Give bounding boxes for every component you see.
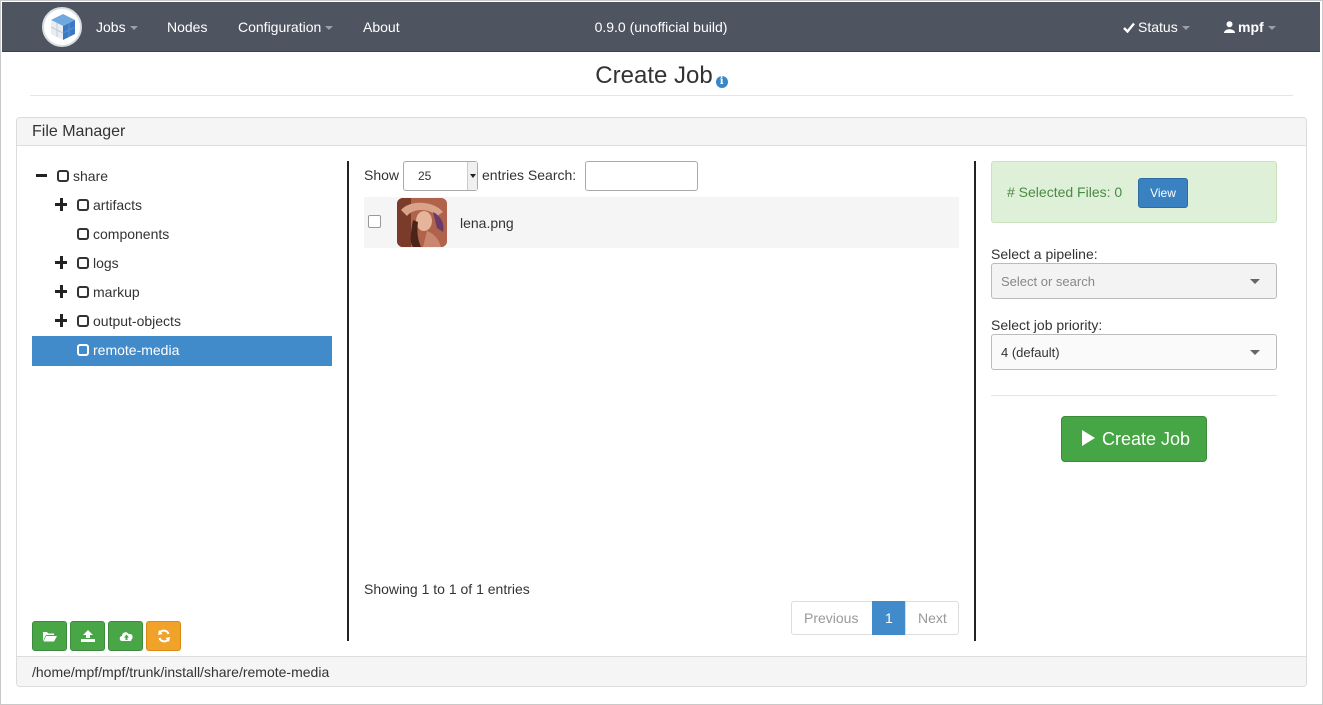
tree-item-share[interactable]: share — [32, 162, 332, 192]
tree-item-output-objects[interactable]: output-objects — [32, 307, 332, 337]
selected-files-count: # Selected Files: 0 — [1007, 184, 1123, 200]
file-manager-panel: File Manager share artifacts components … — [16, 117, 1307, 687]
checkbox-icon[interactable] — [77, 344, 89, 356]
user-icon — [1224, 21, 1235, 33]
checkbox-icon[interactable] — [77, 257, 89, 269]
spinner-arrow-icon[interactable] — [467, 162, 477, 190]
pipeline-select[interactable]: Select or search — [991, 263, 1277, 299]
priority-select[interactable]: 4 (default) — [991, 334, 1277, 370]
show-label: Show — [364, 167, 400, 183]
next-button[interactable]: Next — [905, 601, 959, 635]
selected-files-box: # Selected Files: 0 View — [991, 161, 1277, 223]
tree-item-remote-media[interactable]: remote-media — [32, 336, 332, 366]
chevron-down-icon — [325, 26, 334, 31]
nav-user[interactable]: mpf — [1224, 19, 1276, 35]
chevron-down-icon — [1267, 26, 1276, 31]
column-divider — [347, 161, 349, 641]
file-checkbox[interactable] — [368, 215, 381, 228]
view-button[interactable]: View — [1138, 178, 1188, 208]
panel-heading: File Manager — [17, 118, 1306, 146]
nav-jobs[interactable]: Jobs — [96, 19, 138, 35]
tree-item-label: artifacts — [93, 197, 143, 213]
file-name[interactable]: lena.png — [460, 215, 514, 231]
expand-icon[interactable] — [55, 256, 67, 269]
chevron-down-icon — [129, 26, 138, 31]
divider — [991, 395, 1277, 396]
table-row[interactable]: lena.png — [364, 197, 959, 248]
tree-item-markup[interactable]: markup — [32, 278, 332, 308]
expand-icon[interactable] — [55, 285, 67, 298]
nav-about[interactable]: About — [363, 19, 400, 35]
tree-item-label: share — [73, 168, 109, 184]
priority-label: Select job priority: — [991, 317, 1103, 333]
nav-jobs-label: Jobs — [96, 19, 126, 35]
info-icon[interactable]: i — [715, 76, 728, 88]
tree-item-artifacts[interactable]: artifacts — [32, 191, 332, 221]
nav-configuration-label: Configuration — [238, 19, 322, 35]
tree-item-label: logs — [93, 255, 119, 271]
expand-icon[interactable] — [55, 198, 67, 211]
nav-nodes-label: Nodes — [167, 19, 208, 35]
checkbox-icon[interactable] — [77, 315, 89, 327]
checkbox-icon[interactable] — [57, 170, 69, 182]
check-icon — [1123, 22, 1135, 34]
open-folder-button[interactable] — [32, 621, 67, 651]
folder-open-icon — [43, 632, 57, 642]
current-path: /home/mpf/mpf/trunk/install/share/remote… — [17, 656, 1306, 686]
cloud-upload-button[interactable] — [108, 621, 143, 651]
checkbox-icon[interactable] — [77, 228, 89, 240]
create-job-label: Create Job — [1102, 429, 1191, 449]
refresh-icon — [158, 629, 170, 643]
nav-user-label: mpf — [1238, 19, 1264, 35]
entries-value: 25 — [418, 169, 432, 183]
chevron-down-icon — [1181, 26, 1190, 31]
cube-logo-icon[interactable] — [42, 7, 82, 47]
nav-about-label: About — [363, 19, 400, 35]
collapse-icon[interactable] — [36, 169, 48, 181]
entries-per-page-select[interactable]: 25 — [403, 161, 478, 191]
cloud-upload-icon — [119, 632, 133, 641]
nav-status[interactable]: Status — [1123, 19, 1190, 35]
tree-item-logs[interactable]: logs — [32, 249, 332, 279]
create-job-button[interactable]: Create Job — [1061, 416, 1207, 462]
page-header: Create Job i — [30, 60, 1293, 96]
tree-item-label: markup — [93, 284, 140, 300]
tree-item-label: remote-media — [93, 342, 180, 358]
tree-item-label: output-objects — [93, 313, 181, 329]
refresh-button[interactable] — [146, 621, 181, 651]
tree-item-components[interactable]: components — [32, 220, 332, 250]
checkbox-icon[interactable] — [77, 286, 89, 298]
pipeline-label: Select a pipeline: — [991, 246, 1098, 262]
tree-item-label: components — [93, 226, 170, 242]
column-divider — [974, 161, 976, 641]
nav-nodes[interactable]: Nodes — [167, 19, 207, 35]
nav-status-label: Status — [1138, 19, 1178, 35]
previous-button[interactable]: Previous — [791, 601, 873, 635]
search-input[interactable] — [585, 161, 698, 191]
expand-icon[interactable] — [55, 314, 67, 327]
upload-icon — [81, 630, 95, 642]
showing-entries-text: Showing 1 to 1 of 1 entries — [364, 581, 530, 597]
version-label: 0.9.0 (unofficial build) — [594, 19, 728, 35]
nav-configuration[interactable]: Configuration — [238, 19, 334, 35]
upload-button[interactable] — [70, 621, 105, 651]
entries-search-label: entries Search: — [482, 167, 577, 183]
image-thumbnail — [397, 198, 447, 247]
page-title: Create Job — [595, 62, 713, 89]
navbar: Jobs Nodes Configuration About 0.9.0 (un… — [2, 2, 1320, 52]
checkbox-icon[interactable] — [77, 199, 89, 211]
play-icon — [1082, 430, 1095, 446]
page-1-button[interactable]: 1 — [872, 601, 906, 635]
